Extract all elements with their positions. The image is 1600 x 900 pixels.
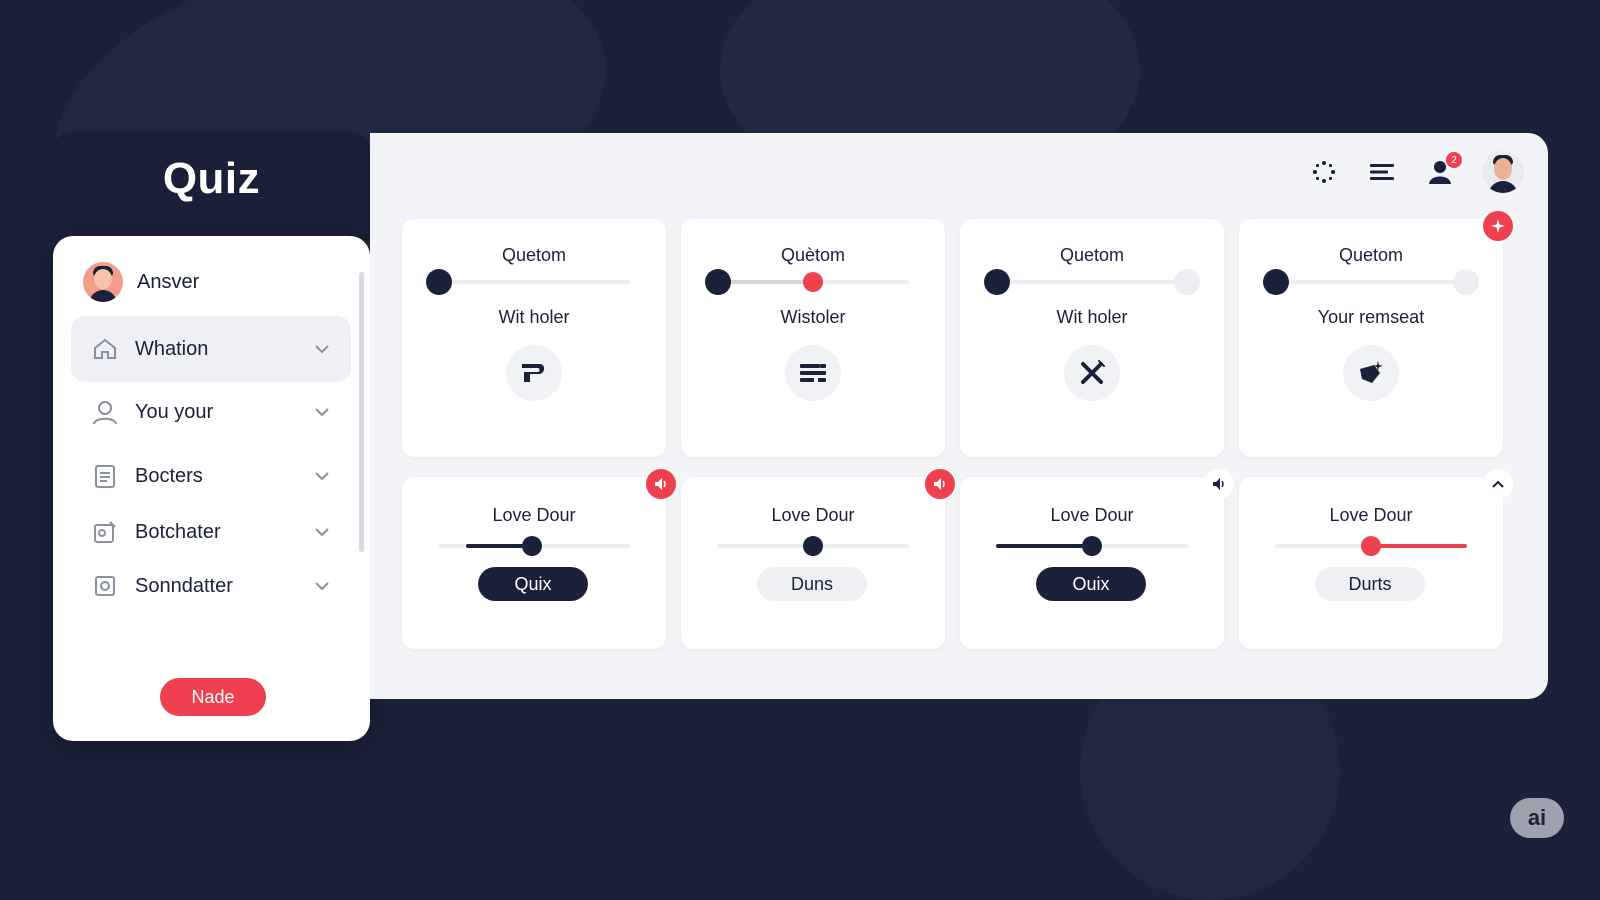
list-icon[interactable] bbox=[785, 345, 841, 401]
flag-icon[interactable] bbox=[506, 345, 562, 401]
sidebar-item-you-your[interactable]: You your bbox=[71, 384, 351, 440]
audio-slider[interactable] bbox=[426, 533, 642, 559]
sparkle-icon[interactable] bbox=[1483, 211, 1513, 241]
chevron-down-icon bbox=[315, 528, 329, 537]
slider-knob[interactable] bbox=[1082, 536, 1102, 556]
main-panel: 2 Quetom Wit holer Quètom Wistoler Queto… bbox=[370, 133, 1548, 699]
slider-knob[interactable] bbox=[1263, 269, 1289, 295]
sidebar-item-label: Whation bbox=[135, 337, 209, 360]
home-icon bbox=[87, 331, 123, 367]
speaker-icon[interactable] bbox=[925, 469, 955, 499]
audio-slider[interactable] bbox=[1263, 533, 1479, 559]
sidebar-item-sonndatter[interactable]: Sonndatter bbox=[71, 558, 351, 614]
nade-button[interactable]: Nade bbox=[160, 678, 266, 716]
question-slider[interactable] bbox=[1263, 269, 1479, 295]
slider-knob[interactable] bbox=[522, 536, 542, 556]
audio-card[interactable]: Love Dour Duns bbox=[681, 469, 955, 649]
document-icon bbox=[87, 458, 123, 494]
slider-knob[interactable] bbox=[984, 269, 1010, 295]
question-card[interactable]: Quetom Your remseat bbox=[1239, 211, 1513, 457]
sidebar: Ansver Whation You your Bocters Botchate… bbox=[53, 236, 370, 741]
audio-slider[interactable] bbox=[984, 533, 1200, 559]
question-subtitle: Wit holer bbox=[498, 307, 570, 327]
user-name: Ansver bbox=[137, 270, 200, 293]
sidebar-item-label: You your bbox=[135, 400, 214, 423]
app-title: Quiz bbox=[162, 154, 261, 203]
sidebar-header: Quiz bbox=[53, 132, 370, 242]
notification-badge: 2 bbox=[1446, 152, 1462, 168]
frame-icon bbox=[87, 568, 123, 604]
slider-knob[interactable] bbox=[803, 536, 823, 556]
audio-card[interactable]: Love Dour Quix bbox=[402, 469, 676, 649]
question-card[interactable]: Quetom Wit holer bbox=[402, 219, 666, 457]
slider-knob[interactable] bbox=[803, 272, 823, 292]
question-title: Quètom bbox=[780, 245, 846, 265]
slider-end-knob[interactable] bbox=[1453, 269, 1479, 295]
quix-button[interactable]: Quix bbox=[478, 567, 588, 601]
question-slider[interactable] bbox=[426, 269, 642, 295]
chevron-down-icon bbox=[315, 345, 329, 354]
menu-lines-icon[interactable] bbox=[1366, 156, 1398, 188]
sidebar-item-whation[interactable]: Whation bbox=[71, 316, 351, 382]
edit-image-icon bbox=[87, 514, 123, 550]
audio-title: Love Dour bbox=[771, 505, 855, 525]
chevron-down-icon bbox=[315, 582, 329, 591]
slider-knob[interactable] bbox=[1361, 536, 1381, 556]
sidebar-item-label: Bocters bbox=[135, 464, 203, 487]
slider-knob[interactable] bbox=[426, 269, 452, 295]
avatar bbox=[83, 262, 123, 302]
slider-end-knob[interactable] bbox=[1174, 269, 1200, 295]
audio-slider[interactable] bbox=[705, 533, 921, 559]
sidebar-user[interactable]: Ansver bbox=[83, 262, 199, 302]
question-subtitle: Wit holer bbox=[1056, 307, 1128, 327]
sidebar-scrollbar[interactable] bbox=[359, 272, 364, 552]
topbar: 2 bbox=[1308, 151, 1524, 193]
sidebar-item-label: Sonndatter bbox=[135, 574, 233, 597]
audio-card[interactable]: Love Dour Durts bbox=[1239, 469, 1513, 649]
question-title: Quetom bbox=[1338, 245, 1404, 265]
ouix-button[interactable]: Ouix bbox=[1036, 567, 1146, 601]
profile-icon[interactable]: 2 bbox=[1424, 152, 1462, 188]
magic-shape-icon[interactable] bbox=[1343, 345, 1399, 401]
question-subtitle: Wistoler bbox=[780, 307, 846, 327]
question-title: Quetom bbox=[1059, 245, 1125, 265]
sidebar-item-botchater[interactable]: Botchater bbox=[71, 504, 351, 560]
audio-title: Love Dour bbox=[492, 505, 576, 525]
question-card[interactable]: Quetom Wit holer bbox=[960, 219, 1224, 457]
volume-icon[interactable] bbox=[1204, 469, 1234, 499]
slider-knob[interactable] bbox=[705, 269, 731, 295]
audio-title: Love Dour bbox=[1050, 505, 1134, 525]
question-subtitle: Your remseat bbox=[1317, 307, 1425, 327]
chevron-down-icon bbox=[315, 408, 329, 417]
close-tools-icon[interactable] bbox=[1064, 345, 1120, 401]
loading-spinner-icon[interactable] bbox=[1308, 156, 1340, 188]
sidebar-item-label: Botchater bbox=[135, 520, 221, 543]
question-slider[interactable] bbox=[984, 269, 1200, 295]
audio-title: Love Dour bbox=[1329, 505, 1413, 525]
chevron-up-icon[interactable] bbox=[1483, 469, 1513, 499]
chevron-down-icon bbox=[315, 472, 329, 481]
speaker-icon[interactable] bbox=[646, 469, 676, 499]
audio-card[interactable]: Love Dour Ouix bbox=[960, 469, 1234, 649]
user-icon bbox=[87, 394, 123, 430]
user-avatar[interactable] bbox=[1482, 151, 1524, 193]
duns-button[interactable]: Duns bbox=[757, 567, 867, 601]
durts-button[interactable]: Durts bbox=[1315, 567, 1425, 601]
sidebar-item-bocters[interactable]: Bocters bbox=[71, 448, 351, 504]
question-slider[interactable] bbox=[705, 269, 921, 295]
question-title: Quetom bbox=[501, 245, 567, 265]
ai-watermark: ai bbox=[1510, 798, 1564, 838]
question-card[interactable]: Quètom Wistoler bbox=[681, 219, 945, 457]
